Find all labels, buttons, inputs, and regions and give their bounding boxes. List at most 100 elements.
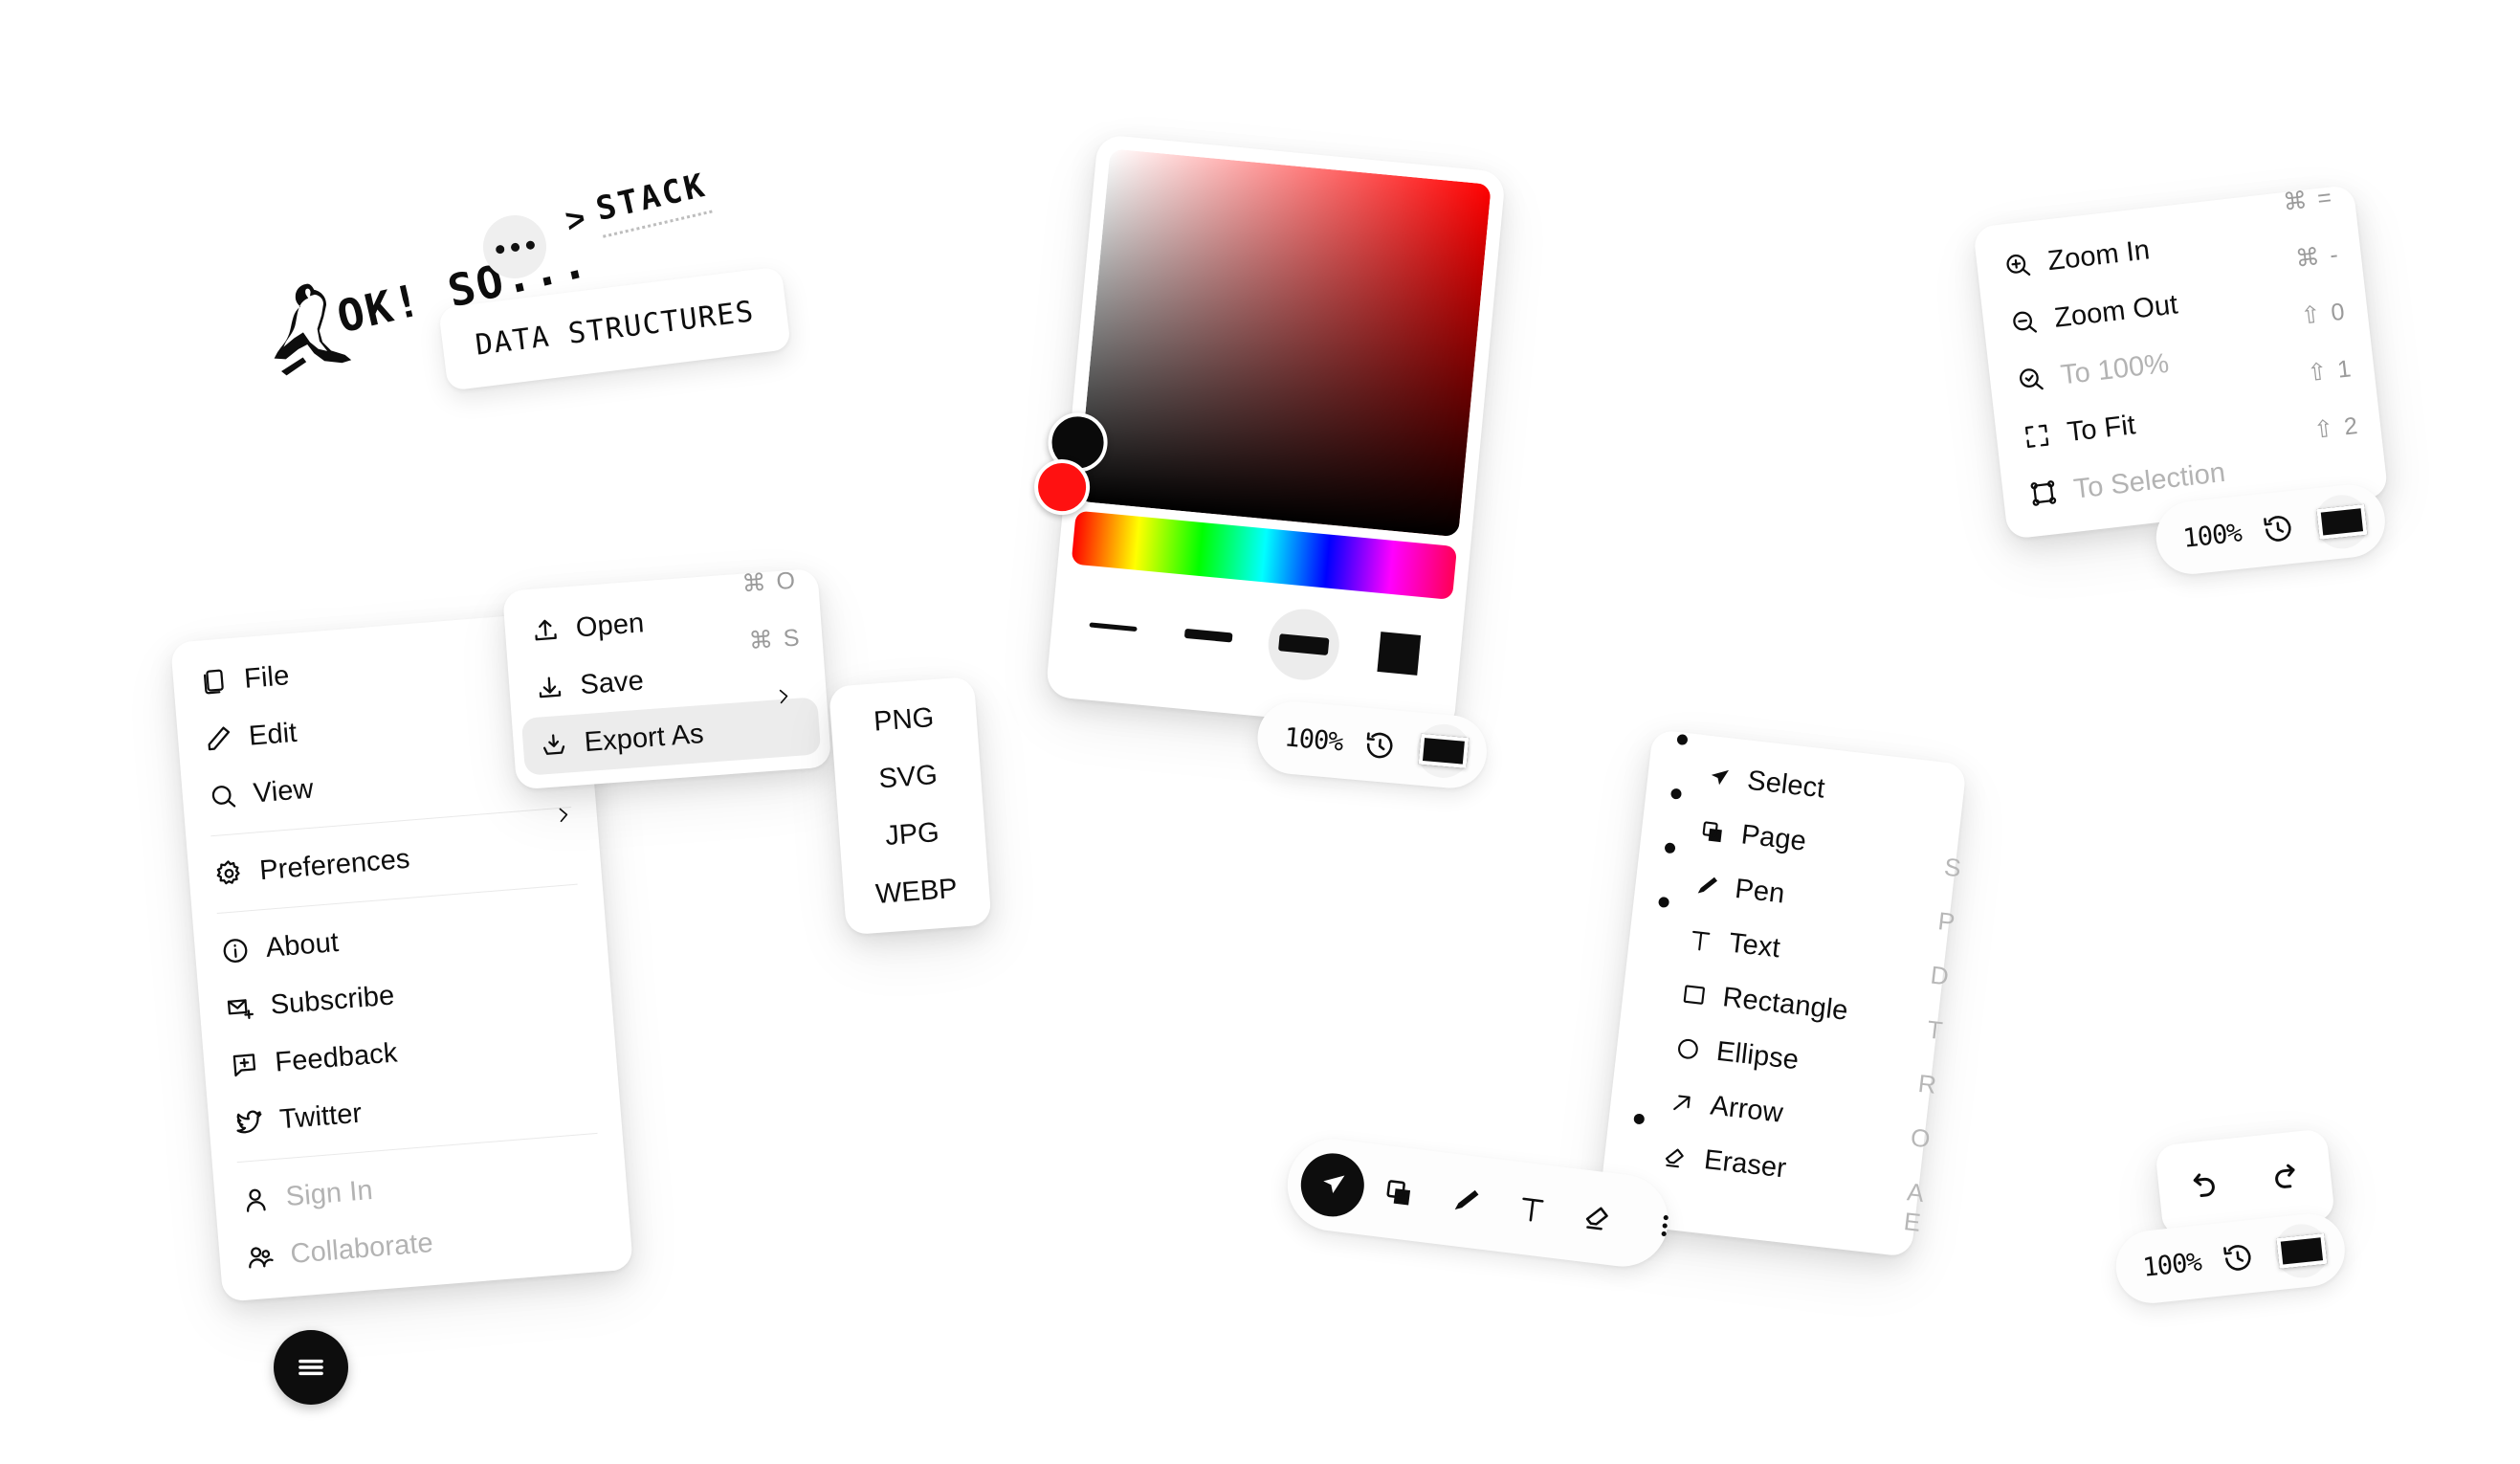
shortcut-label: ⇧ 1 <box>2306 355 2354 388</box>
file-submenu-panel: Open ⌘ O Save ⌘ S Export As <box>502 566 832 790</box>
comment-icon <box>228 1049 260 1081</box>
stroke-thin-icon <box>1089 621 1138 632</box>
export-format-png[interactable]: PNG <box>829 686 979 754</box>
toolbar-button-page[interactable] <box>1364 1158 1435 1229</box>
zoom-menu-item-label: Zoom In <box>2045 233 2152 277</box>
redo-icon <box>2275 1164 2295 1188</box>
ellipsis-icon <box>524 239 535 250</box>
chevron-right-icon <box>772 685 795 708</box>
arrow-icon <box>1665 1086 1698 1120</box>
undo-status-pill: 100% <box>2112 1209 2349 1307</box>
shortcut-label: R <box>1916 1068 1938 1099</box>
toolbar-button-pen[interactable] <box>1430 1166 1501 1237</box>
shortcut-label: D <box>1929 960 1951 991</box>
undo-icon <box>2193 1173 2215 1197</box>
submenu-item-label: Save <box>579 664 645 700</box>
breadcrumb-label[interactable]: STACK <box>592 166 713 238</box>
file-icon <box>197 665 230 698</box>
breadcrumb-separator: > <box>562 199 589 240</box>
export-format-webp[interactable]: WEBP <box>842 857 991 925</box>
menu-item-label: Feedback <box>274 1036 399 1078</box>
gear-icon <box>212 857 245 890</box>
toolbar-button-text[interactable] <box>1496 1174 1567 1245</box>
tool-item-label: Text <box>1727 927 1782 965</box>
stroke-medium-icon <box>1183 628 1233 643</box>
rectangle-icon <box>1677 977 1711 1010</box>
selection-fit-icon <box>2026 477 2060 510</box>
shortcut-label: P <box>1936 906 1956 937</box>
shortcut-label: ⌘ O <box>741 566 799 598</box>
fill-option[interactable] <box>1360 615 1438 693</box>
zoom-menu-item-label: To 100% <box>2059 347 2171 390</box>
text-icon <box>1684 923 1717 957</box>
menu-item-label: Subscribe <box>269 979 396 1021</box>
shortcut-label: T <box>1925 1014 1944 1046</box>
hamburger-icon <box>298 1359 323 1376</box>
zoom-level-label[interactable]: 100% <box>2141 1247 2202 1282</box>
export-icon <box>538 728 570 761</box>
zoom-menu-item-label: To Selection <box>2071 456 2227 505</box>
zoom-in-icon <box>2001 248 2034 281</box>
export-format-svg[interactable]: SVG <box>833 743 983 811</box>
menu-item-label: Preferences <box>258 843 411 886</box>
tool-item-label: Select <box>1745 765 1827 805</box>
zoom-out-icon <box>2007 305 2041 339</box>
submenu-item-label: Open <box>574 607 646 643</box>
download-icon <box>533 672 565 704</box>
history-icon[interactable] <box>2221 1240 2256 1275</box>
tool-item-label: Eraser <box>1702 1144 1788 1185</box>
hamburger-menu-button[interactable] <box>274 1330 348 1405</box>
menu-item-label: View <box>252 773 315 809</box>
menu-item-preferences[interactable]: Preferences <box>187 808 601 905</box>
ellipsis-icon <box>509 241 520 253</box>
stroke-thick-option[interactable] <box>1265 606 1343 683</box>
shortcut-label: A <box>1905 1177 1926 1209</box>
page-icon <box>1696 815 1730 849</box>
canvas-stage: OK! SO... > STACK DATA STRUCTURES File E… <box>0 0 2520 1464</box>
kebab-icon <box>1661 1215 1669 1237</box>
zoom-level-label[interactable]: 100% <box>1283 722 1344 757</box>
swatch-fill <box>2316 503 2368 540</box>
history-icon[interactable] <box>2261 511 2296 546</box>
undo-button[interactable] <box>2181 1166 2223 1209</box>
cursor-icon <box>1702 761 1735 794</box>
ellipse-icon <box>1671 1031 1705 1065</box>
users-icon <box>244 1240 276 1273</box>
user-icon <box>239 1184 272 1216</box>
current-color-swatch[interactable] <box>1414 721 1473 781</box>
menu-item-label: Edit <box>247 717 298 752</box>
active-dot-icon <box>1676 733 1689 746</box>
stroke-thick-icon <box>1278 633 1330 655</box>
zoom-menu-item-label: Zoom Out <box>2052 288 2179 334</box>
tool-item-label: Page <box>1739 819 1808 857</box>
info-icon <box>219 934 252 966</box>
color-picker-panel <box>1031 134 1507 735</box>
shortcut-label: ⌘ = <box>2282 184 2335 216</box>
history-icon[interactable] <box>1362 728 1398 764</box>
pencil-icon <box>202 722 234 755</box>
shortcut-label: S <box>1942 852 1963 883</box>
tools-menu-panel: Select Page S Pen P Text D Rectangle T E… <box>1597 729 1967 1258</box>
fit-icon <box>2020 419 2053 453</box>
shortcut-label: O <box>1909 1122 1933 1154</box>
current-color-swatch[interactable] <box>2312 492 2372 552</box>
shortcut-label: ⌘ - <box>2294 240 2342 273</box>
eraser-icon <box>1659 1140 1692 1173</box>
stroke-thin-option[interactable] <box>1074 588 1152 665</box>
pen-icon <box>1690 869 1723 902</box>
tool-item-label: Rectangle <box>1720 982 1850 1027</box>
ellipsis-icon <box>495 244 505 255</box>
menu-item-label: File <box>242 659 291 695</box>
zoom-level-label[interactable]: 100% <box>2181 518 2243 553</box>
export-format-jpg[interactable]: JPG <box>838 801 987 869</box>
shortcut-label: ⌘ S <box>747 624 803 655</box>
toolbar-button-select[interactable] <box>1297 1149 1368 1221</box>
shortcut-label: ⇧ 0 <box>2299 298 2348 330</box>
saturation-value-square[interactable] <box>1031 148 1492 538</box>
breadcrumb: > STACK <box>561 166 713 246</box>
current-color-swatch[interactable] <box>2272 1221 2332 1281</box>
menu-item-label: Sign In <box>284 1174 374 1212</box>
toolbar-button-eraser[interactable] <box>1563 1183 1634 1253</box>
stroke-medium-option[interactable] <box>1170 597 1248 675</box>
redo-button[interactable] <box>2266 1158 2309 1200</box>
